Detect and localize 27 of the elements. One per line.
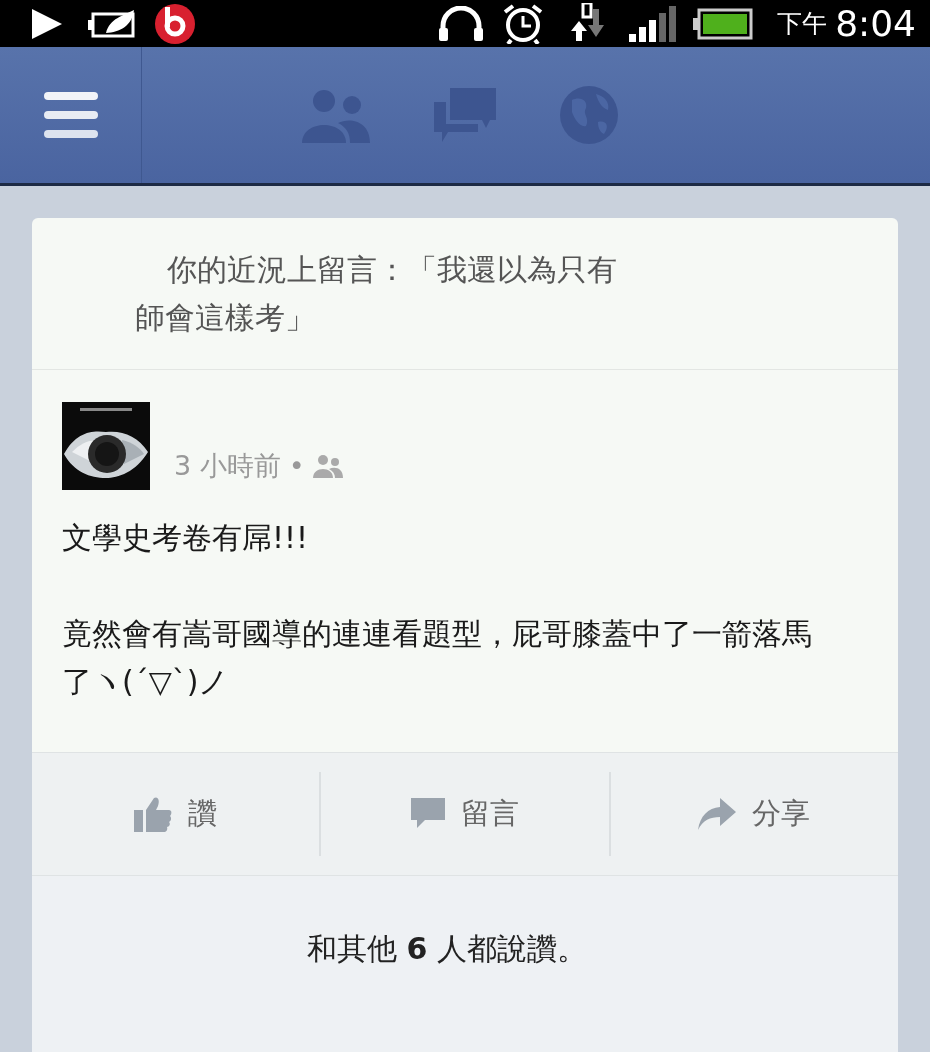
post-text: 文學史考卷有屌!!! <box>62 519 310 557</box>
menu-icon[interactable] <box>43 92 98 138</box>
share-button[interactable]: 分享 <box>610 772 898 856</box>
headphones-icon <box>437 5 486 42</box>
comment-icon <box>411 798 445 830</box>
signal-icon <box>629 5 678 42</box>
battery-leaf-icon <box>88 7 138 40</box>
friends-icon <box>312 453 343 478</box>
post-time: 3 小時前 <box>174 448 281 483</box>
chat-icon[interactable] <box>434 88 496 142</box>
notification-panel[interactable]: 你的近況上留言：「我還以為只有 師會這樣考」 <box>32 218 898 370</box>
beats-logo-icon <box>154 3 196 44</box>
friends-icon[interactable] <box>302 87 370 143</box>
separator-dot: • <box>288 448 305 483</box>
notification-text: 師會這樣考」 <box>135 299 315 337</box>
battery-icon <box>693 7 754 40</box>
post-text: 竟然會有嵩哥國導的連連看題型，屁哥膝蓋中了一箭落馬了ヽ(ˊ▽ˋ)ノ <box>62 615 813 701</box>
clock-time: 8:04 <box>835 1 916 46</box>
time-period: 下午 <box>777 7 828 40</box>
likes-summary[interactable]: 和其他 6 人都說讚。 <box>307 931 587 966</box>
play-icon <box>30 7 64 40</box>
notification-text: 你的近況上留言：「我還以為只有 <box>167 251 617 289</box>
globe-icon[interactable] <box>560 86 618 144</box>
thumbs-up-icon <box>134 796 173 832</box>
comment-button[interactable]: 留言 <box>321 772 611 856</box>
like-button[interactable]: 讚 <box>32 772 322 856</box>
share-arrow-icon <box>698 798 737 830</box>
